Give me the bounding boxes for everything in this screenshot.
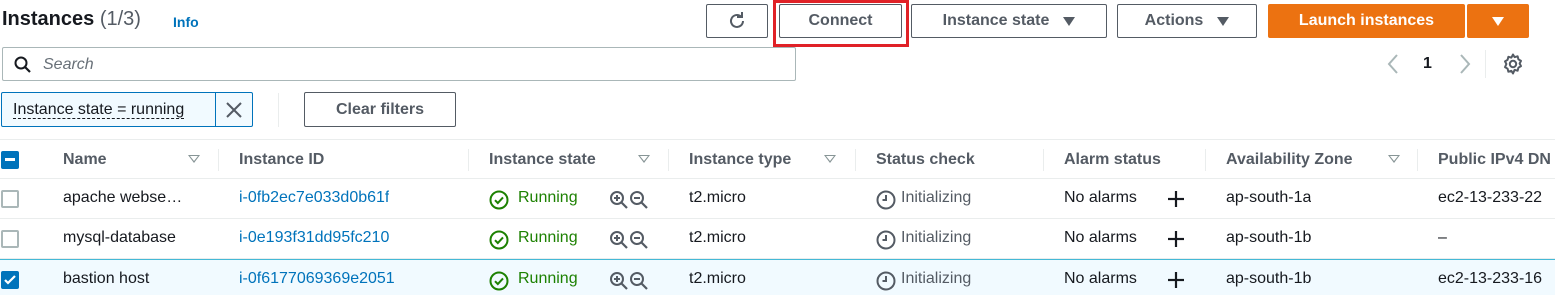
column-divider[interactable] xyxy=(1205,149,1206,171)
settings-gear-icon[interactable] xyxy=(1501,52,1525,76)
status-check-value: Initializing xyxy=(901,229,972,246)
alarm-status-value: No alarms xyxy=(1064,189,1137,206)
launch-instances-button[interactable]: Launch instances xyxy=(1268,4,1465,38)
clear-filters-button[interactable]: Clear filters xyxy=(304,92,456,127)
checkmark-icon xyxy=(4,275,16,285)
alarm-status-value: No alarms xyxy=(1064,229,1137,246)
table-header: Name Instance ID Instance state Instance… xyxy=(0,139,1555,179)
instance-state-label: Instance state xyxy=(942,12,1050,29)
status-check-value: Initializing xyxy=(901,270,972,287)
close-icon[interactable] xyxy=(224,100,244,120)
check-circle-icon xyxy=(489,271,509,291)
instance-id-link[interactable]: i-0f6177069369e2051 xyxy=(239,270,395,288)
sort-icon[interactable] xyxy=(638,155,650,163)
sort-icon[interactable] xyxy=(1388,155,1400,163)
page-title: Instances (1/3) xyxy=(2,8,141,31)
caret-down-icon xyxy=(1063,16,1076,26)
caret-down-icon xyxy=(1217,16,1230,26)
caret-down-icon xyxy=(1492,16,1504,26)
column-divider[interactable] xyxy=(218,149,219,171)
instance-name: bastion host xyxy=(63,270,150,287)
page-number[interactable]: 1 xyxy=(1423,55,1432,73)
filter-token-label[interactable]: Instance state = running xyxy=(13,101,185,119)
refresh-icon xyxy=(730,12,744,28)
search-input[interactable] xyxy=(43,54,783,76)
sort-icon[interactable] xyxy=(824,155,836,163)
column-divider[interactable] xyxy=(1417,149,1418,171)
instance-state-value: Running xyxy=(518,229,578,246)
instance-name: apache webse… xyxy=(63,189,183,206)
table-row-selected[interactable]: bastion host i-0f6177069369e2051 Running… xyxy=(0,259,1555,295)
connect-highlight-box xyxy=(773,0,909,47)
column-divider[interactable] xyxy=(468,149,469,171)
instance-state-value: Running xyxy=(518,189,578,206)
filter-token: Instance state = running xyxy=(1,92,253,127)
filter-token-divider xyxy=(215,93,216,126)
row-checkbox[interactable] xyxy=(1,190,19,208)
info-link[interactable]: Info xyxy=(173,14,199,30)
column-divider[interactable] xyxy=(855,149,856,171)
row-checkbox[interactable] xyxy=(1,230,19,248)
public-ipv4-dns-value: – xyxy=(1438,229,1447,246)
clock-icon xyxy=(876,271,896,291)
plus-icon[interactable] xyxy=(1166,229,1186,249)
instance-type-value: t2.micro xyxy=(689,270,746,287)
search-icon xyxy=(14,56,31,73)
column-header-alarm-status[interactable]: Alarm status xyxy=(1064,151,1161,169)
column-header-name[interactable]: Name xyxy=(63,151,107,169)
column-header-status-check[interactable]: Status check xyxy=(876,151,975,169)
actions-dropdown[interactable]: Actions xyxy=(1117,4,1257,38)
refresh-button[interactable] xyxy=(706,4,768,38)
plus-icon[interactable] xyxy=(1166,189,1186,209)
instance-type-value: t2.micro xyxy=(689,229,746,246)
chevron-left-icon[interactable] xyxy=(1384,52,1404,76)
table-row[interactable]: mysql-database i-0e193f31dd95fc210 Runni… xyxy=(0,219,1555,259)
zoom-in-icon[interactable] xyxy=(609,230,629,250)
availability-zone-value: ap-south-1b xyxy=(1226,229,1312,246)
check-circle-icon xyxy=(489,230,509,250)
instance-id-link[interactable]: i-0fb2ec7e033d0b61f xyxy=(239,189,389,207)
filter-divider xyxy=(278,93,279,127)
plus-icon[interactable] xyxy=(1166,270,1186,290)
zoom-out-icon[interactable] xyxy=(629,230,649,250)
instance-type-value: t2.micro xyxy=(689,189,746,206)
pager-divider xyxy=(1485,50,1486,78)
column-divider[interactable] xyxy=(668,149,669,171)
row-checkbox[interactable] xyxy=(1,271,19,289)
availability-zone-value: ap-south-1a xyxy=(1226,189,1312,206)
select-all-checkbox[interactable] xyxy=(1,151,19,169)
zoom-out-icon[interactable] xyxy=(629,271,649,291)
zoom-out-icon[interactable] xyxy=(629,190,649,210)
table-row[interactable]: apache webse… i-0fb2ec7e033d0b61f Runnin… xyxy=(0,179,1555,219)
status-check-value: Initializing xyxy=(901,189,972,206)
instance-name: mysql-database xyxy=(63,229,176,246)
clock-icon xyxy=(876,230,896,250)
actions-label: Actions xyxy=(1144,12,1204,29)
column-header-availability-zone[interactable]: Availability Zone xyxy=(1226,151,1353,169)
launch-options-dropdown[interactable] xyxy=(1467,4,1529,38)
clock-icon xyxy=(876,190,896,210)
chevron-right-icon[interactable] xyxy=(1454,52,1474,76)
public-ipv4-dns-value: ec2-13-233-16 xyxy=(1438,270,1543,287)
public-ipv4-dns-value: ec2-13-233-22 xyxy=(1438,189,1543,206)
search-bar[interactable] xyxy=(2,47,796,81)
availability-zone-value: ap-south-1b xyxy=(1226,270,1312,287)
instance-state-value: Running xyxy=(518,270,578,287)
check-circle-icon xyxy=(489,190,509,210)
alarm-status-value: No alarms xyxy=(1064,270,1137,287)
column-header-instance-type[interactable]: Instance type xyxy=(689,151,791,169)
sort-icon[interactable] xyxy=(188,155,200,163)
column-header-instance-state[interactable]: Instance state xyxy=(489,151,596,169)
instance-state-dropdown[interactable]: Instance state xyxy=(911,4,1107,38)
column-header-public-ipv4-dns[interactable]: Public IPv4 DN xyxy=(1438,151,1551,169)
zoom-in-icon[interactable] xyxy=(609,190,629,210)
instance-id-link[interactable]: i-0e193f31dd95fc210 xyxy=(239,229,389,247)
page-title-text: Instances xyxy=(2,8,95,30)
column-divider[interactable] xyxy=(1043,149,1044,171)
selection-count: (1/3) xyxy=(99,8,141,30)
zoom-in-icon[interactable] xyxy=(609,271,629,291)
column-header-instance-id[interactable]: Instance ID xyxy=(239,151,324,169)
